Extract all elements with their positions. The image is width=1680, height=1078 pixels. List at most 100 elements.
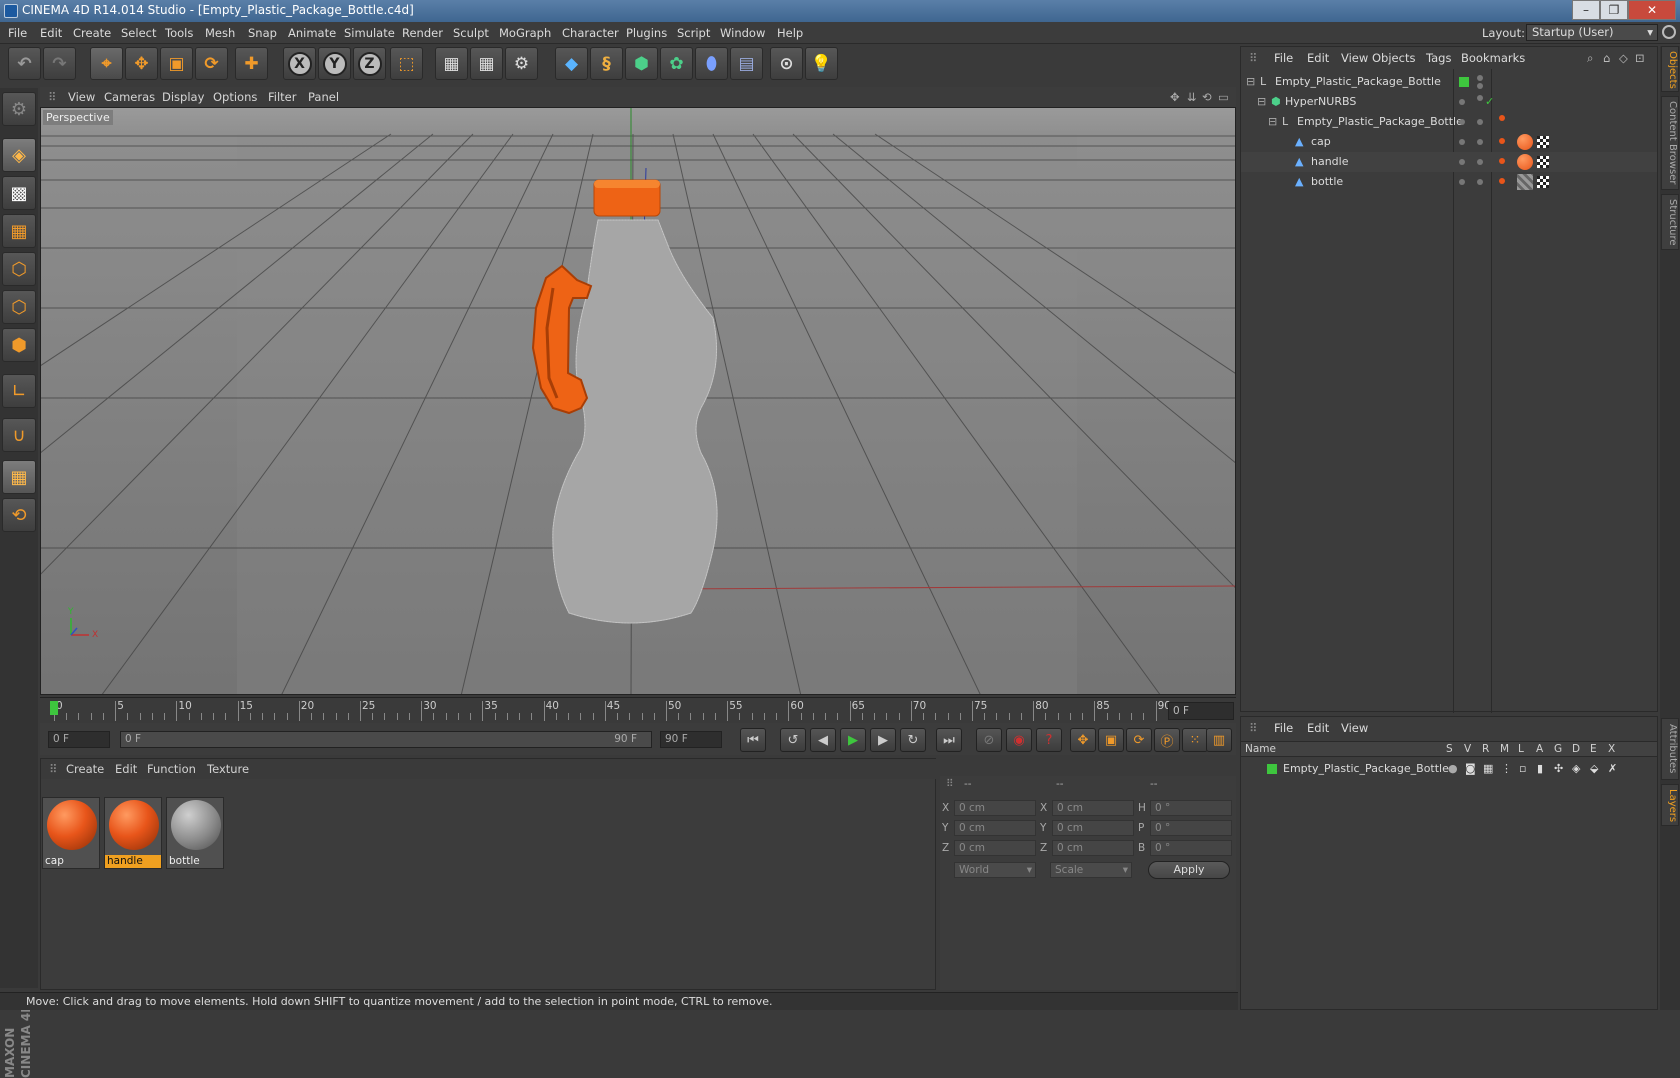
nurbs-button[interactable]: ⬢ (625, 47, 658, 80)
visibility-editor-dot[interactable] (1477, 75, 1483, 81)
next-key-button[interactable]: ↻ (900, 728, 926, 752)
model-mode-button[interactable]: ◈ (2, 138, 36, 172)
menu-tools[interactable]: Tools (165, 26, 193, 40)
maximize-view-icon[interactable]: ▭ (1218, 90, 1229, 104)
go-to-end-button[interactable]: ⏭ (936, 728, 962, 752)
timeline-window-button[interactable]: ▥ (1206, 728, 1232, 752)
object-row[interactable]: ▲ handle (1241, 152, 1657, 172)
menu-simulate[interactable]: Simulate (344, 26, 395, 40)
object-menu-edit[interactable]: Edit (1307, 51, 1329, 65)
polygons-mode-button[interactable]: ⬢ (2, 328, 36, 362)
object-menu-tags[interactable]: Tags (1426, 51, 1451, 65)
search-icon[interactable] (1662, 25, 1676, 39)
menu-sculpt[interactable]: Sculpt (453, 26, 489, 40)
viewport-menu-options[interactable]: Options (213, 90, 257, 104)
edges-mode-button[interactable]: ⬡ (2, 290, 36, 324)
material-tag-icon[interactable] (1517, 154, 1533, 170)
layer-row[interactable]: Empty_Plastic_Package_Bottle ● ◙ ▦ ⋮ ▫ ▮… (1241, 759, 1657, 779)
expression-toggle-icon[interactable]: ⬙ (1590, 759, 1598, 779)
size-y-field[interactable]: 0 cm (1052, 820, 1134, 836)
rotate-tool-button[interactable]: ⟳ (195, 47, 228, 80)
timeline-ruler[interactable]: 0 5 10 15 20 25 30 35 40 45 50 55 60 65 70 75 80 85 90 0 F (40, 697, 1236, 723)
visibility-render-dot[interactable] (1477, 83, 1483, 89)
menu-select[interactable]: Select (121, 26, 156, 40)
layer-menu-view[interactable]: View (1341, 721, 1368, 735)
deformer-button[interactable]: ⬮ (695, 47, 728, 80)
texture-mode-button[interactable]: ▩ (2, 176, 36, 210)
viewport-menu-display[interactable]: Display (162, 90, 204, 104)
pos-y-field[interactable]: 0 cm (954, 820, 1036, 836)
object-row[interactable]: ⊟ Ⅼ Empty_Plastic_Package_Bottle (1241, 72, 1657, 92)
play-button[interactable]: ▶ (840, 728, 866, 752)
material-bottle[interactable]: bottle (166, 797, 224, 869)
rot-p-field[interactable]: 0 ° (1150, 820, 1232, 836)
dolly-view-icon[interactable]: ⇊ (1187, 90, 1197, 104)
workplane-mode-button[interactable]: ▦ (2, 214, 36, 248)
menu-mograph[interactable]: MoGraph (499, 26, 551, 40)
material-tag-icon[interactable] (1517, 174, 1533, 190)
visibility-editor-dot[interactable] (1459, 179, 1465, 185)
cube-object-button[interactable]: ◆ (555, 47, 588, 80)
move-tool-button[interactable]: ✥ (125, 47, 158, 80)
current-frame-field[interactable]: 0 F (1168, 702, 1234, 720)
deformer-toggle-icon[interactable]: ◈ (1572, 759, 1580, 779)
uvw-tag-icon[interactable] (1537, 176, 1549, 188)
pan-view-icon[interactable]: ✥ (1170, 90, 1180, 104)
phong-tag-icon[interactable] (1499, 138, 1505, 144)
menu-render[interactable]: Render (402, 26, 443, 40)
next-frame-button[interactable]: ▶ (870, 728, 896, 752)
material-cap[interactable]: cap (42, 797, 100, 869)
keyframe-selection-button[interactable]: ? (1036, 728, 1062, 752)
generator-toggle-icon[interactable]: ✣ (1554, 759, 1563, 779)
visibility-editor-dot[interactable] (1459, 99, 1465, 105)
object-row[interactable]: ⊟ ⬢ HyperNURBS ✓ (1241, 92, 1657, 112)
visibility-render-dot[interactable] (1477, 119, 1483, 125)
collapse-icon[interactable]: ⊟ (1268, 112, 1277, 132)
frame-range-slider[interactable]: 0 F 90 F (120, 731, 652, 748)
material-handle[interactable]: handle (104, 797, 162, 869)
minimize-button[interactable]: – (1572, 0, 1600, 20)
coordinate-system-button[interactable]: ⬚ (390, 47, 423, 80)
home-icon[interactable]: ⌂ (1603, 51, 1610, 65)
enabled-check-icon[interactable]: ✓ (1485, 92, 1494, 112)
lock-toggle-icon[interactable]: ▫ (1519, 759, 1526, 779)
tab-content-browser[interactable]: Content Browser (1661, 96, 1679, 190)
make-editable-button[interactable]: ⚙ (2, 92, 36, 126)
viewport-menu-cameras[interactable]: Cameras (104, 90, 155, 104)
key-scale-button[interactable]: ▣ (1098, 728, 1124, 752)
coordinate-mode-select[interactable]: World ▾ (954, 862, 1036, 878)
uvw-tag-icon[interactable] (1537, 156, 1549, 168)
menu-file[interactable]: File (8, 26, 27, 40)
maximize-button[interactable]: ❐ (1600, 0, 1628, 20)
go-to-start-button[interactable]: ⏮ (740, 728, 766, 752)
render-settings-button[interactable]: ⚙ (505, 47, 538, 80)
layer-menu-edit[interactable]: Edit (1307, 721, 1329, 735)
material-menu-edit[interactable]: Edit (115, 762, 137, 776)
material-menu-texture[interactable]: Texture (207, 762, 249, 776)
rot-h-field[interactable]: 0 ° (1150, 800, 1232, 816)
menu-mesh[interactable]: Mesh (205, 26, 235, 40)
spline-pen-button[interactable]: § (590, 47, 623, 80)
visibility-render-dot[interactable] (1477, 95, 1483, 101)
scale-tool-button[interactable]: ▣ (160, 47, 193, 80)
menu-create[interactable]: Create (73, 26, 111, 40)
visibility-render-dot[interactable] (1477, 159, 1483, 165)
light-button[interactable]: 💡 (805, 47, 838, 80)
menu-window[interactable]: Window (720, 26, 765, 40)
points-mode-button[interactable]: ⬡ (2, 252, 36, 286)
collapse-icon[interactable]: ⊟ (1257, 92, 1266, 112)
visibility-editor-dot[interactable] (1459, 119, 1465, 125)
pos-z-field[interactable]: 0 cm (954, 840, 1036, 856)
solo-toggle-icon[interactable]: ● (1448, 759, 1458, 779)
layer-color-swatch[interactable] (1267, 764, 1277, 774)
size-z-field[interactable]: 0 cm (1052, 840, 1134, 856)
layout-select[interactable]: Startup (User) ▾ (1526, 24, 1658, 41)
axis-mode-button[interactable]: ∟ (2, 374, 36, 408)
record-keys-button[interactable]: ⊘ (976, 728, 1002, 752)
end-frame-field[interactable]: 90 F (660, 731, 722, 748)
apply-button[interactable]: Apply (1148, 861, 1230, 879)
camera-button[interactable]: ⊙ (770, 47, 803, 80)
live-selection-button[interactable]: ⌖ (90, 47, 123, 80)
auto-keying-button[interactable]: ◉ (1006, 728, 1032, 752)
search-icon[interactable]: ⌕ (1587, 51, 1593, 66)
